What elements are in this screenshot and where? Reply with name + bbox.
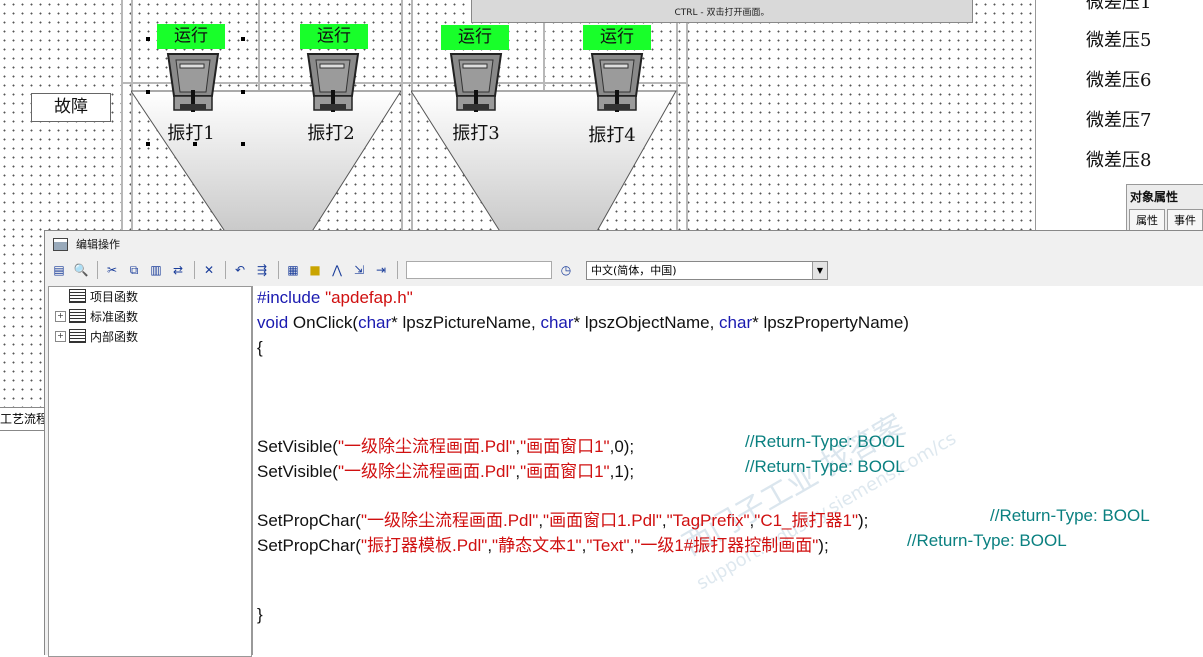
- save-icon[interactable]: ▤: [49, 260, 69, 280]
- code-line-open-brace[interactable]: {: [257, 338, 263, 358]
- dialog-title: 编辑操作: [76, 238, 120, 251]
- selection-handle[interactable]: [193, 142, 197, 146]
- tree-item-internal-functions[interactable]: + 内部函数: [55, 327, 138, 345]
- cut-icon[interactable]: ✂: [102, 260, 122, 280]
- code-line-signature[interactable]: void OnClick(char* lpszPictureName, char…: [257, 313, 909, 333]
- diff-pressure-item[interactable]: 微差压7: [1086, 106, 1151, 132]
- chevron-down-icon[interactable]: ▼: [812, 261, 827, 279]
- toolbar-input[interactable]: [406, 261, 552, 279]
- code-comment: //Return-Type: BOOL: [907, 531, 1067, 550]
- diff-pressure-item[interactable]: 微差压8: [1086, 146, 1151, 172]
- function-tree: 项目函数 + 标准函数 + 内部函数: [48, 286, 252, 657]
- frame-line: [258, 0, 260, 90]
- tree-item-label: 项目函数: [90, 289, 139, 304]
- fault-indicator[interactable]: 故障: [31, 93, 111, 122]
- code-line-setpropchar-tagprefix[interactable]: SetPropChar("一级除尘流程画面.Pdl","画面窗口1.Pdl","…: [257, 506, 868, 531]
- selection-handle[interactable]: [241, 90, 245, 94]
- code-line-include[interactable]: #include "apdefap.h": [257, 288, 413, 308]
- format-icon[interactable]: ⇶: [252, 260, 272, 280]
- run-indicator-4[interactable]: 运行: [583, 25, 651, 50]
- toolbar: ▤ 🔍 ✂ ⧉ ▥ ⇄ ✕ ↶ ⇶ ▦ ■ ⋀ ⇲ ⇥ ◷ 中文(简体，中国) …: [45, 257, 1203, 283]
- tab-properties[interactable]: 属性: [1129, 209, 1165, 230]
- frame-line: [686, 0, 688, 232]
- tree-item-label: 标准函数: [90, 309, 139, 324]
- selection-handle[interactable]: [241, 142, 245, 146]
- code-comment: //Return-Type: BOOL: [745, 432, 905, 451]
- selection-handle[interactable]: [146, 142, 150, 146]
- tab-events[interactable]: 事件: [1167, 209, 1203, 230]
- toolbar-separator: [397, 261, 398, 279]
- expand-icon[interactable]: +: [55, 310, 66, 322]
- shaker-label-2: 振打2: [307, 123, 355, 144]
- code-comment: //Return-Type: BOOL: [745, 457, 905, 476]
- object-properties-panel: 对象属性 属性 事件: [1126, 184, 1203, 234]
- edit-action-dialog: 编辑操作 ▤ 🔍 ✂ ⧉ ▥ ⇄ ✕ ↶ ⇶ ▦ ■ ⋀ ⇲ ⇥ ◷ 中文(简体…: [44, 230, 1203, 657]
- import-icon[interactable]: ⇲: [349, 260, 369, 280]
- window-icon: [53, 237, 68, 251]
- frame-line: [121, 0, 123, 232]
- shaker-device-icon[interactable]: [590, 52, 644, 116]
- toolbar-separator: [97, 261, 98, 279]
- diff-pressure-item[interactable]: 微差压6: [1086, 66, 1151, 92]
- function-list-icon: [69, 329, 86, 343]
- shaker-device-icon[interactable]: [449, 52, 503, 116]
- delete-icon[interactable]: ✕: [199, 260, 219, 280]
- diff-pressure-item[interactable]: 微差压1: [1086, 0, 1151, 14]
- code-editor[interactable]: 西门子工业 找答案 support.industry.siemens.com/c…: [252, 286, 1203, 655]
- dialog-titlebar: 编辑操作: [45, 231, 1203, 257]
- code-line-setpropchar-text[interactable]: SetPropChar("振打器模板.Pdl","静态文本1","Text","…: [257, 531, 829, 556]
- replace-icon[interactable]: ⇄: [168, 260, 188, 280]
- function-list-icon: [69, 309, 86, 323]
- tooltip: CTRL - 双击打开画面。: [471, 0, 973, 23]
- shaker-device-icon[interactable]: [166, 52, 220, 116]
- expand-icon[interactable]: +: [55, 330, 66, 342]
- shaker-label-1: 振打1: [167, 123, 215, 144]
- frame-line: [401, 0, 403, 232]
- run-indicator-1[interactable]: 运行: [157, 24, 225, 49]
- cube-icon[interactable]: ■: [305, 260, 325, 280]
- code-line-setvisible-1[interactable]: SetVisible("一级除尘流程画面.Pdl","画面窗口1",1);: [257, 457, 634, 482]
- undo-icon[interactable]: ↶: [230, 260, 250, 280]
- search-icon[interactable]: 🔍: [71, 260, 91, 280]
- function-list-icon: [69, 289, 86, 303]
- toolbar-separator: [225, 261, 226, 279]
- object-properties-title: 对象属性: [1130, 190, 1179, 204]
- run-indicator-2[interactable]: 运行: [300, 24, 368, 49]
- language-value: 中文(简体，中国): [591, 263, 677, 277]
- shaker-label-4: 振打4: [588, 125, 636, 146]
- language-select[interactable]: 中文(简体，中国) ▼: [586, 260, 828, 280]
- tree-item-project-functions[interactable]: 项目函数: [55, 287, 138, 305]
- code-line-setvisible-0[interactable]: SetVisible("一级除尘流程画面.Pdl","画面窗口1",0);: [257, 432, 634, 457]
- diff-pressure-item[interactable]: 微差压5: [1086, 26, 1151, 52]
- process-canvas: CTRL - 双击打开画面。 故障 运行 运行 运行 运行 振打1 振打2 振打…: [0, 0, 1035, 233]
- tag-icon[interactable]: ▦: [283, 260, 303, 280]
- clock-icon[interactable]: ◷: [556, 260, 576, 280]
- export-icon[interactable]: ⇥: [371, 260, 391, 280]
- run-indicator-3[interactable]: 运行: [441, 25, 509, 50]
- tree-item-standard-functions[interactable]: + 标准函数: [55, 307, 138, 325]
- selection-handle[interactable]: [146, 90, 150, 94]
- paste-icon[interactable]: ▥: [146, 260, 166, 280]
- selection-handle[interactable]: [146, 37, 150, 41]
- selection-handle[interactable]: [241, 37, 245, 41]
- toolbar-separator: [278, 261, 279, 279]
- shaker-device-icon[interactable]: [306, 52, 360, 116]
- shaker-label-3: 振打3: [452, 123, 500, 144]
- process-canvas-lower: [0, 232, 44, 407]
- tree-item-label: 内部函数: [90, 329, 139, 344]
- copy-icon[interactable]: ⧉: [124, 260, 144, 280]
- tab-process-flow[interactable]: 工艺流程: [0, 407, 44, 431]
- code-comment: //Return-Type: BOOL: [990, 506, 1150, 525]
- property-icon[interactable]: ⋀: [327, 260, 347, 280]
- code-line-close-brace[interactable]: }: [257, 605, 263, 625]
- toolbar-separator: [194, 261, 195, 279]
